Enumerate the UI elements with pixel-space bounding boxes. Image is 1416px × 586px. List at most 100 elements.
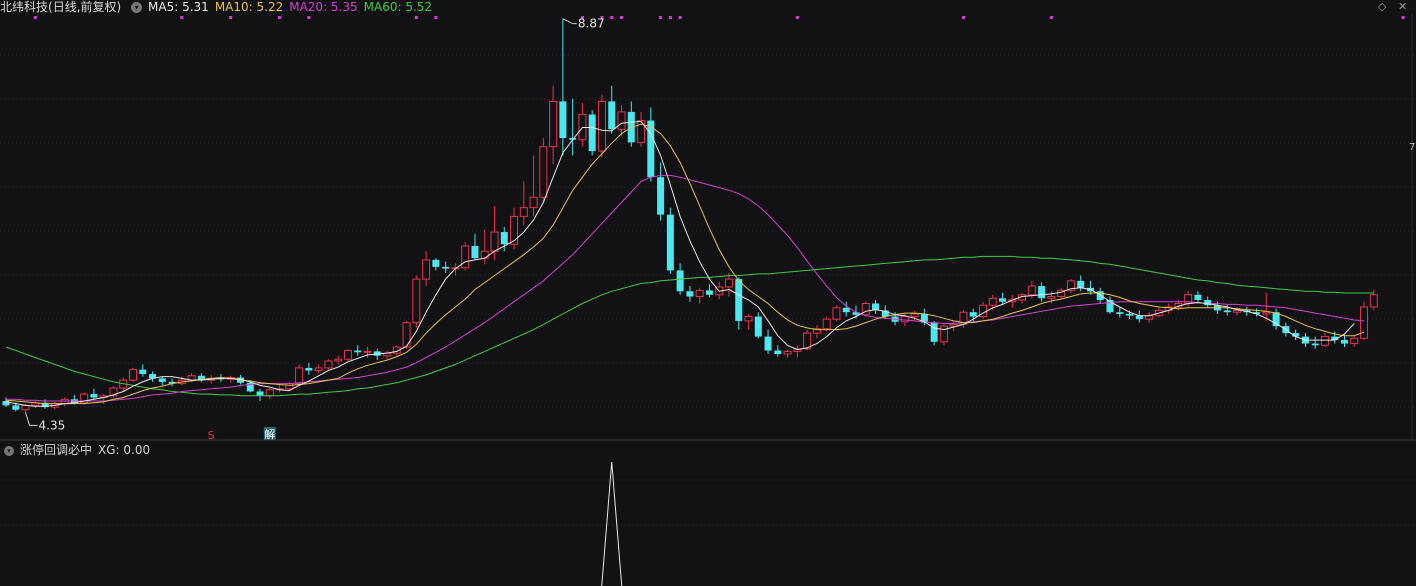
candle-body bbox=[363, 350, 372, 353]
candle-body bbox=[1027, 285, 1036, 296]
candle-body bbox=[1077, 280, 1085, 288]
candle-body bbox=[774, 350, 782, 354]
candle-body bbox=[1369, 294, 1378, 308]
signal-dot bbox=[1401, 16, 1405, 19]
candle-body bbox=[1116, 312, 1124, 314]
candle bbox=[80, 392, 89, 405]
kline-chart[interactable]: 8.87 4.35 S 解 bbox=[0, 0, 1416, 586]
low-price-label: 4.35 bbox=[39, 418, 66, 432]
signal-dot bbox=[278, 16, 282, 19]
candle-body bbox=[764, 336, 772, 351]
candle-body bbox=[12, 405, 20, 410]
candle bbox=[597, 94, 606, 158]
candle-body bbox=[676, 270, 684, 292]
candle-body bbox=[158, 378, 166, 382]
candle-body bbox=[597, 100, 606, 152]
candle-body bbox=[969, 312, 977, 317]
signal-dot bbox=[659, 16, 663, 19]
candle bbox=[832, 305, 841, 321]
candle bbox=[461, 242, 470, 271]
candle-body bbox=[842, 307, 850, 313]
candle-body bbox=[490, 231, 499, 252]
candle-body bbox=[1233, 309, 1242, 313]
candle-body bbox=[1350, 337, 1359, 345]
candle-body bbox=[480, 250, 489, 259]
signal-dot bbox=[414, 16, 418, 19]
diamond-icon[interactable]: ◇ bbox=[1378, 0, 1386, 13]
candle-body bbox=[90, 394, 98, 398]
candle-body bbox=[305, 367, 313, 371]
candle-body bbox=[559, 101, 567, 138]
candle bbox=[930, 320, 938, 346]
candle-body bbox=[910, 313, 919, 318]
candle-body bbox=[588, 114, 596, 152]
close-icon[interactable]: ✕ bbox=[1398, 0, 1407, 13]
stock-name: 北纬科技 bbox=[0, 0, 49, 14]
signal-dot bbox=[620, 16, 624, 19]
candle-body bbox=[1320, 336, 1329, 346]
candle-body bbox=[461, 245, 470, 269]
candle bbox=[402, 320, 411, 349]
candle-body bbox=[500, 232, 508, 245]
candle-body bbox=[139, 369, 147, 375]
candle-body bbox=[822, 318, 831, 330]
candle-body bbox=[1194, 294, 1202, 300]
candle-body bbox=[608, 101, 616, 130]
candle-body bbox=[314, 367, 323, 372]
indicator-name: 涨停回调必中 bbox=[20, 443, 93, 457]
candle-body bbox=[1340, 340, 1348, 344]
candle-body bbox=[617, 111, 626, 130]
candle-body bbox=[539, 146, 548, 198]
candle-body bbox=[1360, 306, 1369, 339]
candle-body bbox=[343, 350, 352, 360]
signal-dot bbox=[610, 16, 614, 19]
ma-toggle-icon[interactable]: ▾ bbox=[131, 2, 143, 13]
indicator-value: XG: 0.00 bbox=[98, 443, 151, 457]
candle-body bbox=[2, 401, 10, 406]
ma10-label: MA10: 5.22 bbox=[214, 0, 284, 14]
signal-dot bbox=[307, 16, 311, 19]
candle bbox=[588, 110, 596, 156]
candle-body bbox=[442, 266, 450, 269]
candle-body bbox=[256, 391, 264, 396]
candle bbox=[343, 348, 352, 361]
candle-body bbox=[1126, 313, 1134, 316]
candle-body bbox=[999, 298, 1007, 302]
signal-dot bbox=[678, 16, 682, 19]
candle-body bbox=[422, 259, 431, 280]
candle-body bbox=[724, 278, 733, 288]
candle-body bbox=[695, 289, 704, 298]
signal-dot bbox=[795, 16, 799, 19]
candle bbox=[666, 207, 674, 274]
candle bbox=[539, 137, 548, 204]
candle-body bbox=[783, 350, 792, 355]
marker-jie[interactable]: 解 bbox=[264, 427, 275, 441]
candle-body bbox=[705, 290, 713, 295]
ma5-label: MA5: 5.31 bbox=[148, 0, 209, 14]
indicator-toggle-icon[interactable]: ▾ bbox=[4, 445, 14, 456]
candle-body bbox=[334, 358, 343, 362]
candle-body bbox=[265, 389, 274, 397]
candle-body bbox=[471, 245, 479, 259]
signal-dot bbox=[1049, 16, 1053, 19]
candle-body bbox=[1262, 311, 1271, 315]
candle-body bbox=[412, 278, 421, 324]
high-price-label: 8.87 bbox=[578, 17, 605, 31]
candle-body bbox=[686, 291, 694, 297]
candle-body bbox=[1223, 310, 1231, 313]
sub-pane-header: ▾ 涨停回调必中 XG: 0.00 bbox=[4, 443, 156, 457]
candle-body bbox=[657, 177, 665, 215]
candle-body bbox=[129, 369, 138, 381]
candle-body bbox=[647, 120, 655, 178]
candle-body bbox=[295, 367, 304, 385]
signal-dot bbox=[961, 16, 965, 19]
candle-body bbox=[354, 350, 362, 353]
ma60-label: MA60: 5.52 bbox=[363, 0, 433, 14]
candle-body bbox=[1204, 299, 1212, 306]
signal-dot bbox=[229, 16, 233, 19]
signal-dot bbox=[33, 16, 37, 19]
candle-body bbox=[1311, 343, 1319, 346]
candle-body bbox=[754, 316, 762, 337]
chart-period: (日线,前复权) bbox=[48, 0, 122, 14]
signal-dot bbox=[434, 16, 438, 19]
